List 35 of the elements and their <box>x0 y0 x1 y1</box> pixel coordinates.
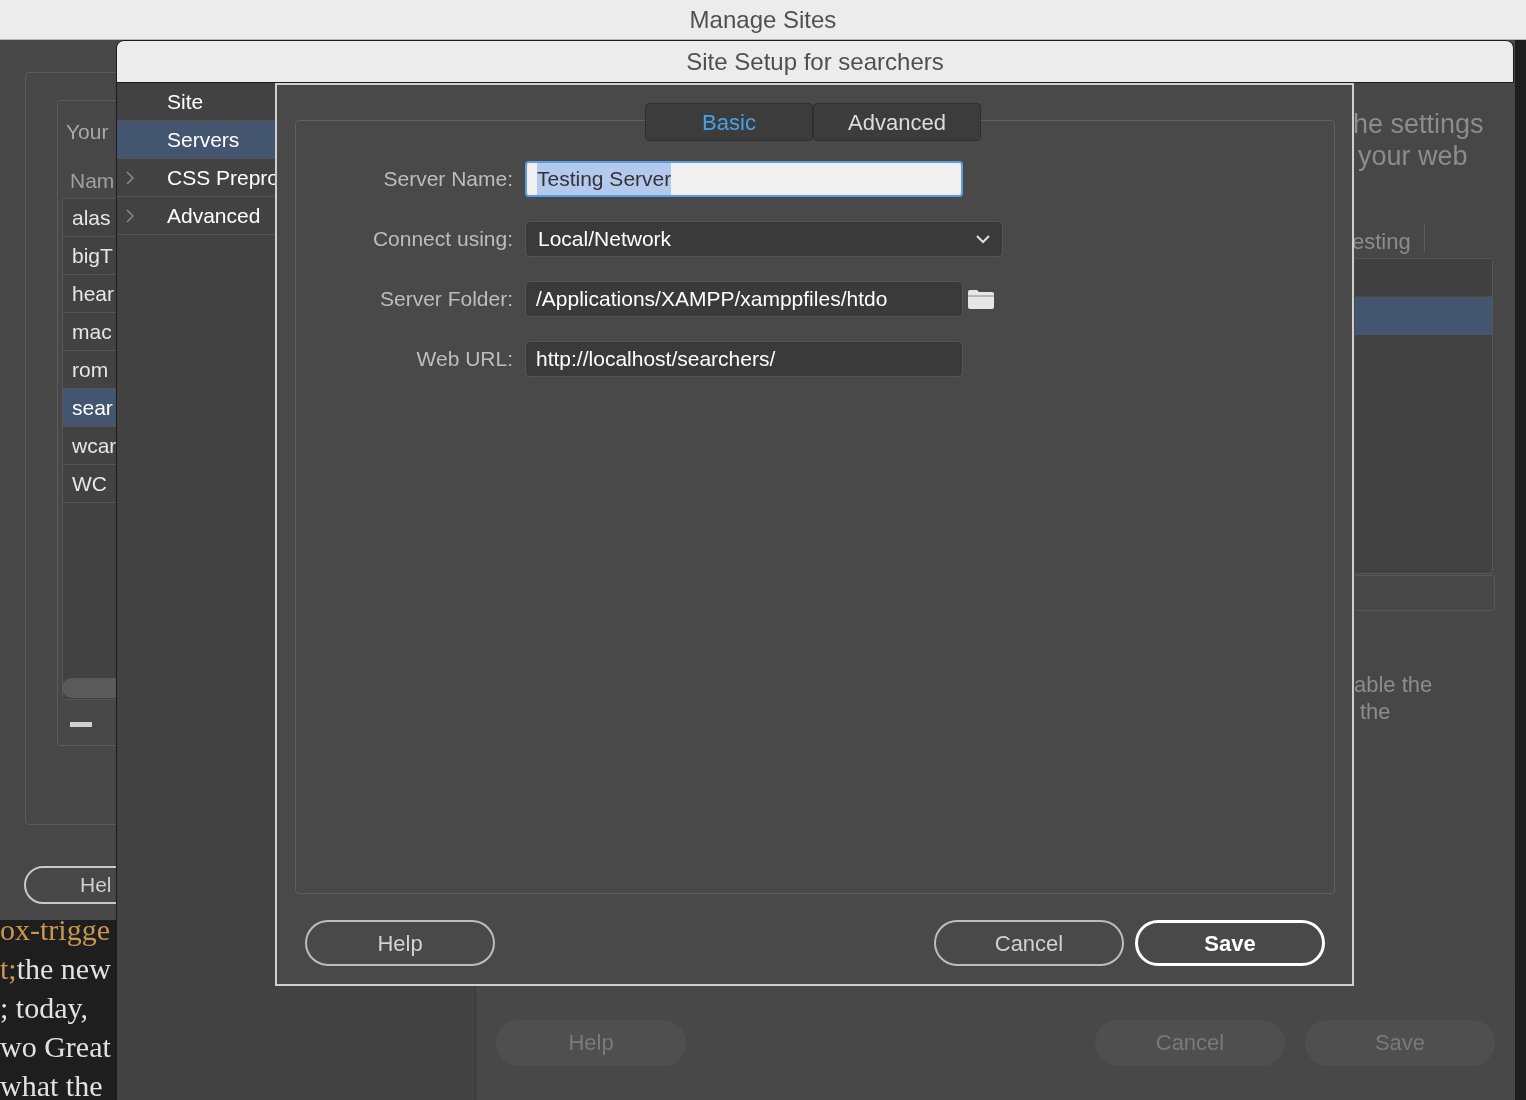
code-line: ; today, <box>0 990 90 1026</box>
chevron-down-icon <box>976 234 990 244</box>
field-label: Web URL: <box>415 346 513 373</box>
intro-text: Your <box>66 119 109 145</box>
tab[interactable]: Basic <box>645 103 813 141</box>
dialog-title: Site Setup for searchers <box>686 46 944 77</box>
help-button[interactable]: Help <box>305 920 495 966</box>
save-button[interactable]: Save <box>1135 920 1325 966</box>
code-line: what the <box>0 1068 104 1100</box>
description-text: your web <box>1358 140 1468 173</box>
input-field[interactable]: Testing Server <box>525 161 963 197</box>
code-line: ox-trigge <box>0 920 111 948</box>
dropdown[interactable]: Local/Network <box>525 221 1003 257</box>
sidebar-item[interactable]: Servers <box>117 121 276 159</box>
note-text: able the <box>1354 671 1433 699</box>
tab[interactable]: Advanced <box>813 103 981 141</box>
input-field[interactable]: http://localhost/searchers/ <box>525 341 963 377</box>
input-field[interactable] <box>1355 575 1495 611</box>
minus-icon[interactable] <box>70 722 92 727</box>
window-title: Manage Sites <box>689 4 837 35</box>
cancel-button[interactable]: Cancel <box>934 920 1124 966</box>
field-label: Connect using: <box>371 226 513 253</box>
input-field[interactable]: /Applications/XAMPP/xamppfiles/htdo <box>525 281 963 317</box>
list-row[interactable] <box>1355 259 1492 297</box>
description-text: he settings <box>1353 108 1484 141</box>
chevron-icon[interactable] <box>126 209 134 223</box>
column-header: Nam <box>70 168 115 194</box>
field-label: Server Folder: <box>378 286 513 313</box>
list-row[interactable] <box>1355 297 1492 335</box>
code-line: wo Great <box>0 1029 112 1065</box>
note-text: the <box>1360 698 1391 726</box>
chevron-icon[interactable] <box>126 171 134 185</box>
field-label: Server Name: <box>382 166 513 193</box>
code-line: t;the new <box>0 951 112 987</box>
folder-icon[interactable] <box>967 288 995 310</box>
